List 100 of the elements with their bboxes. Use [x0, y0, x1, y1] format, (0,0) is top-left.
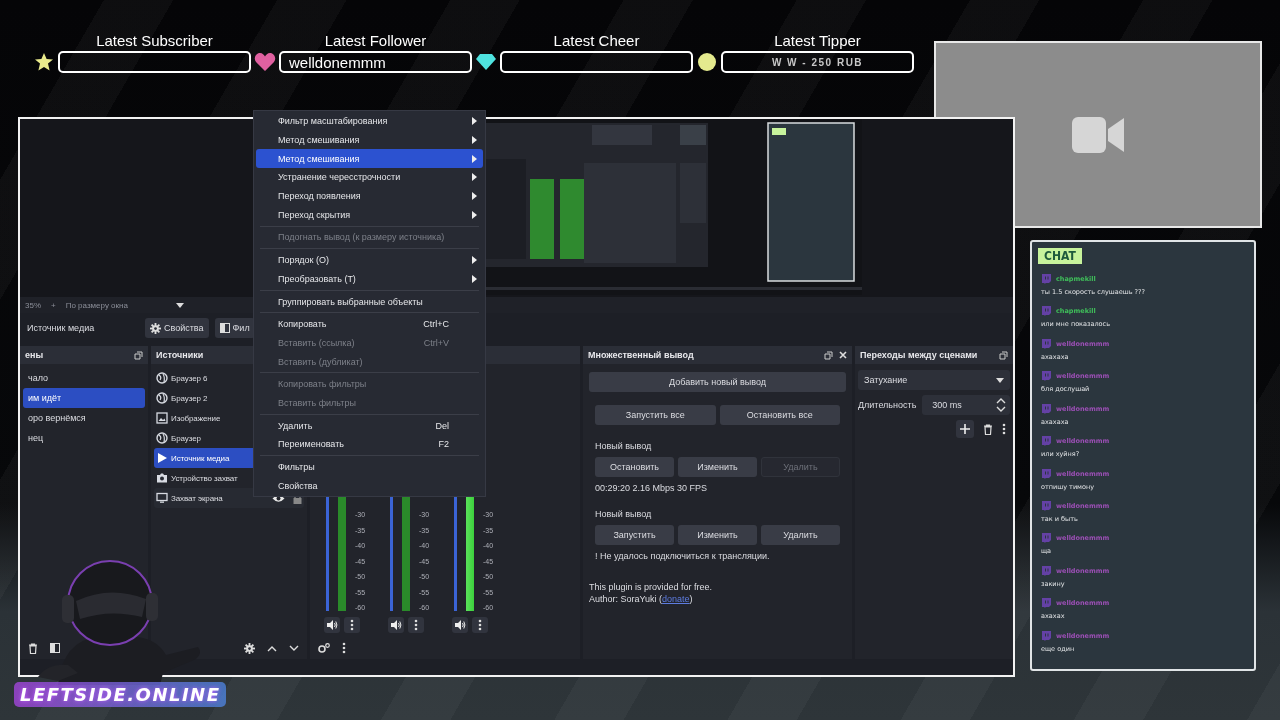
settings-icon[interactable]: [244, 642, 255, 654]
chat-bubble-icon: [1041, 338, 1051, 349]
more-icon[interactable]: [350, 619, 354, 631]
star-icon: [34, 52, 54, 72]
zoom-in-button[interactable]: +: [51, 300, 56, 310]
add-button[interactable]: [956, 420, 974, 438]
chat-title: CHAT: [1038, 248, 1082, 264]
duration-label: Длительность: [858, 400, 917, 410]
caret-icon: [996, 377, 1004, 383]
source-name: Устройство захват: [171, 473, 238, 483]
undock-icon[interactable]: [999, 350, 1008, 360]
monitor-icon: [156, 492, 168, 504]
globe-icon: [156, 432, 168, 444]
selected-source-label: Источник медиа: [27, 323, 96, 333]
filter-icon: [50, 643, 60, 653]
speaker-icon: [390, 620, 402, 630]
heart-icon: [254, 52, 276, 72]
output-status: ! Не удалось подключиться к трансляции.: [594, 551, 771, 561]
source-name: Браузер 6: [171, 373, 208, 383]
globe-icon: [156, 372, 168, 384]
channel-logo: LEFTSIDE.ONLINE: [14, 682, 227, 707]
menu-button[interactable]: [472, 617, 488, 633]
menu-item[interactable]: Устранение чересстрочности: [256, 168, 483, 187]
chat-bubble-icon: [1041, 436, 1051, 447]
menu-item[interactable]: Метод смешивания: [256, 149, 483, 169]
dock-title: Источники: [156, 350, 204, 360]
image-icon: [156, 412, 168, 424]
coin-icon: [697, 52, 717, 72]
scene-item[interactable]: оро вернёмся: [23, 408, 145, 428]
more-icon[interactable]: [478, 619, 482, 631]
alert-label: Latest Subscriber: [96, 31, 213, 49]
menu-button[interactable]: [344, 617, 360, 633]
donate-link[interactable]: donate: [662, 594, 690, 604]
plugin-note: This plugin is provided for free.: [589, 582, 713, 592]
author-line: Author: SoraYuki (donate): [589, 594, 693, 604]
source-name: Захват экрана: [171, 493, 223, 503]
duration-field[interactable]: 300 ms: [922, 395, 1010, 415]
video-camera-icon: [1072, 114, 1124, 155]
output-action-button[interactable]: Изменить: [678, 525, 757, 545]
output-action-button[interactable]: Изменить: [678, 457, 757, 477]
menu-item[interactable]: Группировать выбранные объекты: [256, 292, 483, 311]
play-icon: [156, 452, 168, 464]
source-name: Изображение: [171, 413, 221, 423]
output-action-button[interactable]: Запустить: [595, 525, 674, 545]
alert-label: Latest Cheer: [553, 31, 640, 49]
chat-bubble-icon: [1041, 468, 1051, 479]
add-output-button[interactable]: Добавить новый вывод: [589, 372, 846, 392]
scene-item[interactable]: им идёт: [23, 388, 145, 408]
mute-button[interactable]: [324, 617, 340, 633]
advanced-settings-icon[interactable]: [318, 643, 330, 653]
menu-item[interactable]: Фильтр масштабирования: [256, 112, 483, 131]
chat-bubble-icon: [1041, 403, 1051, 414]
more-icon[interactable]: [1002, 423, 1006, 435]
source-name: Браузер: [171, 433, 201, 443]
scale-dropdown[interactable]: По размеру окна: [65, 300, 184, 310]
menu-item[interactable]: Копировать Ctrl+C: [256, 314, 483, 334]
caret-icon: [175, 302, 184, 308]
chat-bubble-icon: [1041, 371, 1051, 382]
more-icon[interactable]: [414, 619, 418, 631]
chat-bubble-icon: [1041, 598, 1051, 609]
trash-icon[interactable]: [983, 423, 993, 435]
menu-item[interactable]: Порядок (O): [256, 250, 483, 270]
menu-item[interactable]: Удалить Del: [256, 416, 483, 435]
output-status: 00:29:20 2.16 Mbps 30 FPS: [594, 483, 709, 493]
dock-title: ены: [25, 350, 44, 360]
scene-item[interactable]: чало: [23, 368, 145, 388]
menu-button[interactable]: [408, 617, 424, 633]
mute-button[interactable]: [452, 617, 468, 633]
scene-item[interactable]: нец: [23, 428, 145, 448]
chat-bubble-icon: [1041, 630, 1051, 641]
chat-bubble-icon: [1041, 274, 1051, 284]
chat-bubble-icon: [1041, 565, 1051, 576]
trash-icon[interactable]: [28, 642, 38, 654]
chat-bubble-icon: [1041, 306, 1051, 317]
speaker-icon: [326, 620, 338, 630]
globe-icon: [156, 392, 168, 404]
menu-item[interactable]: Метод смешивания: [256, 130, 483, 150]
output-action-button[interactable]: Удалить: [761, 525, 840, 545]
output-name: Новый вывод: [594, 441, 653, 451]
transition-dropdown[interactable]: Затухание: [858, 370, 1010, 390]
output-action-button[interactable]: Остановить: [595, 457, 674, 477]
menu-item[interactable]: Переход появления: [256, 186, 483, 206]
toolbar-button[interactable]: Фил: [214, 318, 255, 338]
toolbar-button[interactable]: Свойства: [145, 318, 209, 338]
dock-title: Множественный вывод: [588, 350, 694, 360]
stop-all-button[interactable]: Остановить все: [719, 405, 840, 425]
menu-item[interactable]: Переход скрытия: [256, 205, 483, 225]
gear-icon[interactable]: [150, 322, 161, 334]
menu-item[interactable]: Преобразовать (T): [256, 269, 483, 289]
alert-value-box: W W - 250 RUB: [721, 51, 914, 73]
undock-icon[interactable]: [134, 350, 143, 360]
undock-icon[interactable]: [824, 350, 833, 360]
output-name: Новый вывод: [594, 509, 653, 519]
more-icon[interactable]: [342, 642, 346, 654]
alert-label: Latest Follower: [324, 31, 427, 49]
close-icon[interactable]: [839, 351, 847, 359]
plus-icon: [960, 424, 970, 434]
gem-icon: [475, 53, 497, 71]
start-all-button[interactable]: Запустить все: [595, 405, 716, 425]
mute-button[interactable]: [388, 617, 404, 633]
